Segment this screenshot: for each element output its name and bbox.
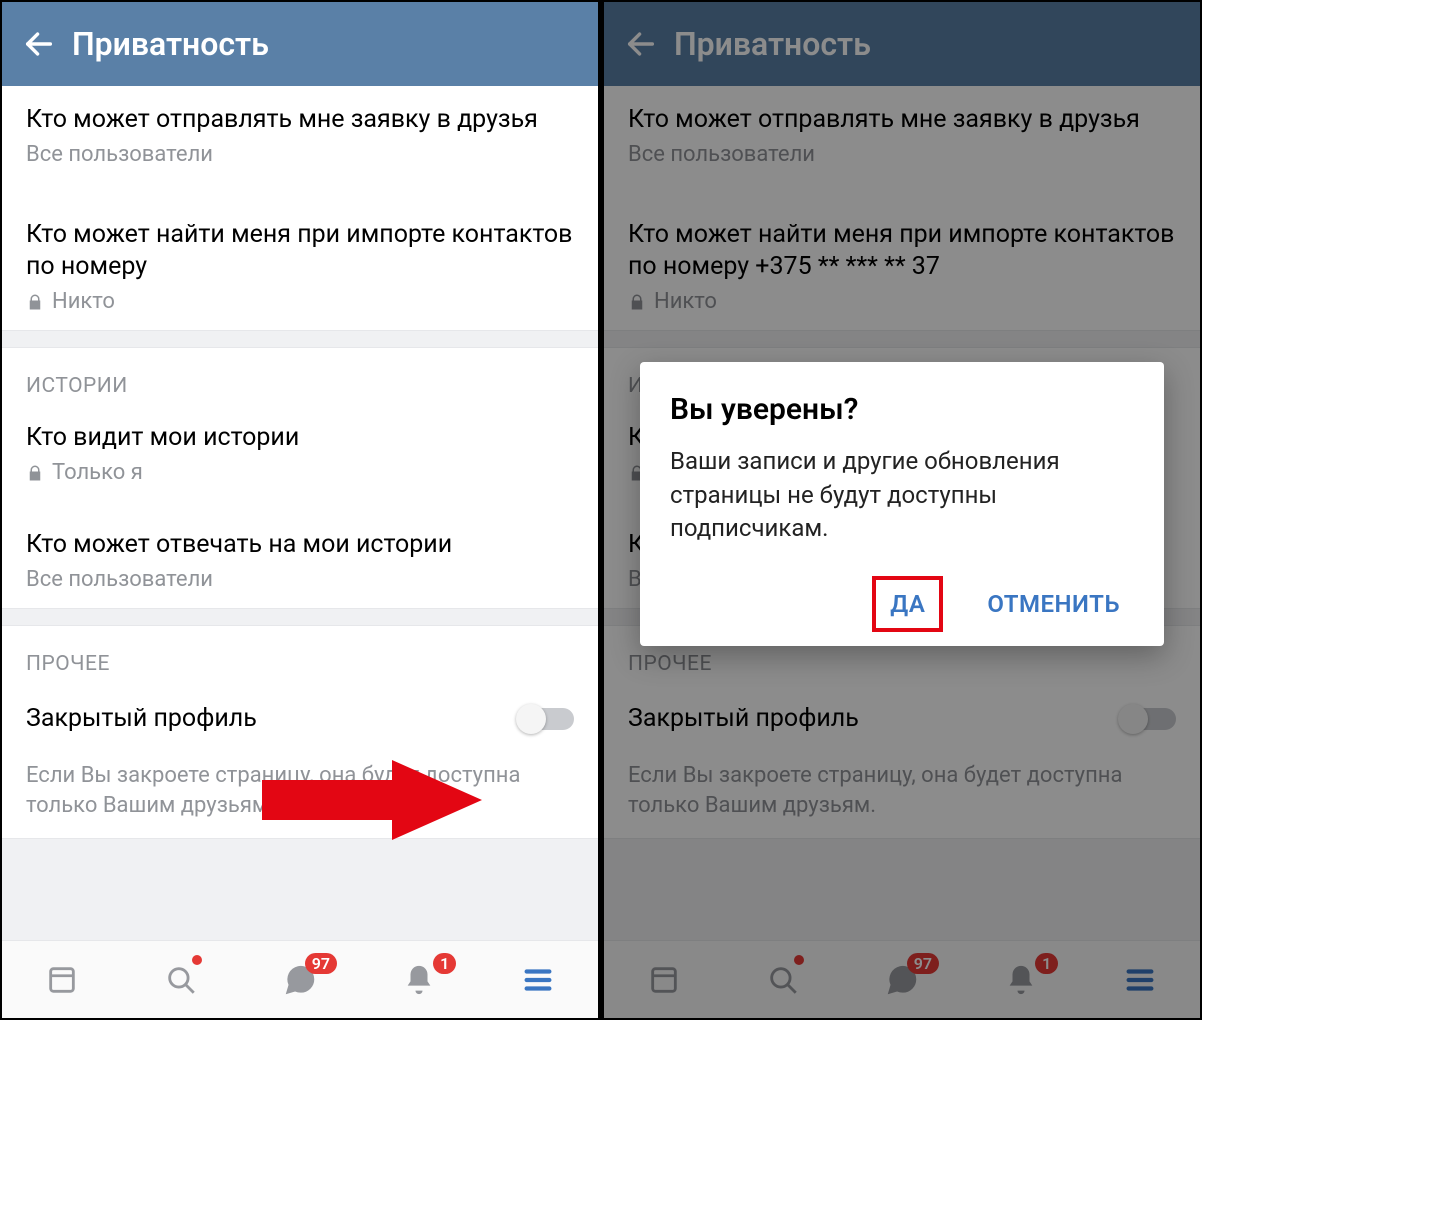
app-header: Приватность [2, 2, 598, 86]
setting-find-by-contacts[interactable]: Кто может найти меня при импорте контакт… [2, 201, 598, 330]
nav-messages[interactable]: 97 [277, 957, 323, 1003]
setting-who-replies-stories[interactable]: Кто может отвечать на мои истории Все по… [2, 511, 598, 608]
section-other-header: ПРОЧЕЕ [2, 626, 598, 682]
closed-profile-toggle[interactable] [518, 708, 574, 730]
bell-icon [402, 963, 436, 997]
news-icon [45, 963, 79, 997]
phone-right: Приватность Кто может отправлять мне зая… [604, 2, 1200, 1018]
setting-title: Кто может отправлять мне заявку в друзья [26, 104, 574, 136]
dialog-body: Ваши записи и другие обновления страницы… [670, 445, 1134, 546]
nav-discover[interactable] [158, 957, 204, 1003]
setting-label: Закрытый профиль [26, 704, 257, 733]
arrow-left-icon [22, 27, 56, 61]
settings-content: Кто может отправлять мне заявку в друзья… [2, 86, 598, 940]
setting-value: Все пользователи [26, 142, 574, 167]
nav-news[interactable] [39, 957, 85, 1003]
setting-value: Никто [52, 289, 115, 314]
messages-badge: 97 [305, 953, 337, 974]
setting-friend-requests[interactable]: Кто может отправлять мне заявку в друзья… [2, 86, 598, 183]
setting-title: Кто видит мои истории [26, 422, 574, 454]
search-icon [164, 963, 198, 997]
lock-icon [26, 464, 44, 482]
setting-title: Кто может отвечать на мои истории [26, 529, 574, 561]
confirm-dialog: Вы уверены? Ваши записи и другие обновле… [640, 362, 1164, 646]
setting-title: Кто может найти меня при импорте контакт… [26, 219, 574, 283]
setting-closed-profile[interactable]: Закрытый профиль [2, 682, 598, 747]
back-button[interactable] [14, 27, 64, 61]
setting-who-sees-stories[interactable]: Кто видит мои истории Только я [2, 404, 598, 501]
dialog-title: Вы уверены? [670, 392, 1134, 427]
page-title: Приватность [72, 25, 269, 63]
dialog-cancel-button[interactable]: ОТМЕНИТЬ [973, 580, 1134, 628]
bottom-nav: 97 1 [2, 940, 598, 1018]
closed-profile-hint: Если Вы закроете страницу, она будет дос… [2, 747, 598, 838]
lock-icon [26, 293, 44, 311]
discover-dot [192, 955, 202, 965]
notifications-badge: 1 [433, 953, 456, 974]
menu-icon [521, 963, 555, 997]
phone-left: Приватность Кто может отправлять мне зая… [2, 2, 598, 1018]
nav-notifications[interactable]: 1 [396, 957, 442, 1003]
setting-value: Все пользователи [26, 567, 574, 592]
setting-value: Только я [52, 460, 143, 485]
dialog-yes-button[interactable]: ДА [872, 576, 943, 632]
nav-menu[interactable] [515, 957, 561, 1003]
section-stories-header: ИСТОРИИ [2, 348, 598, 404]
